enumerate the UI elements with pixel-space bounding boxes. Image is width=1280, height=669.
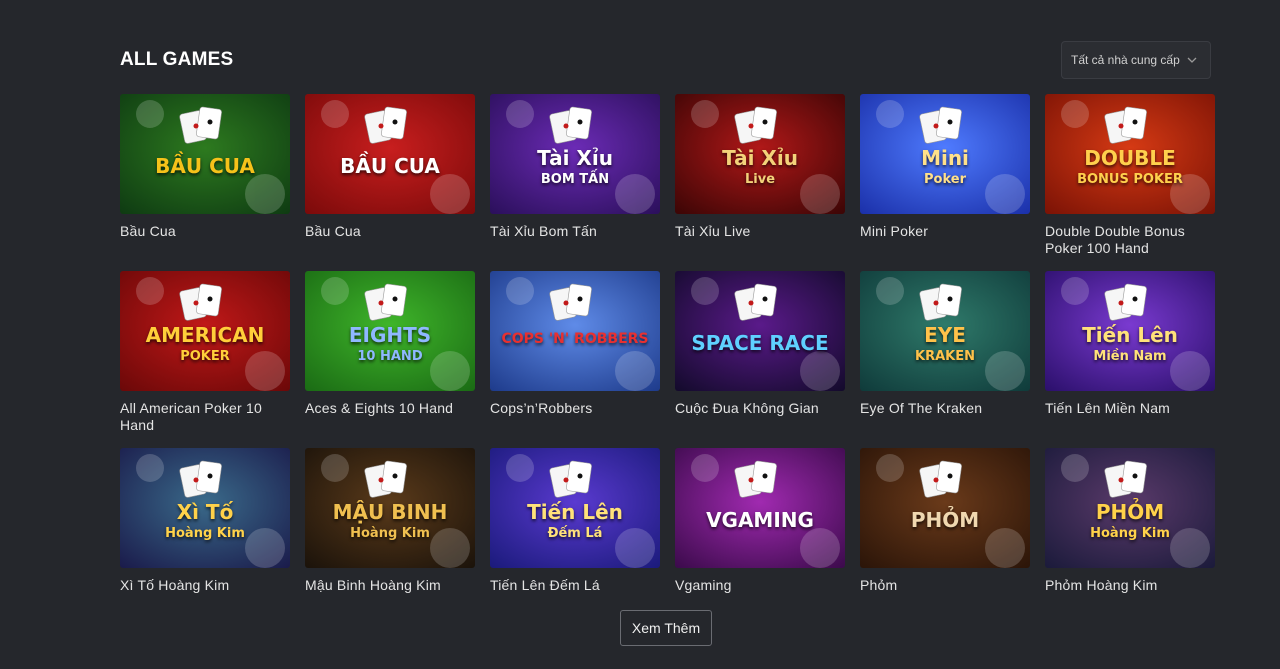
game-logo-text: PHỎM: [910, 508, 980, 532]
game-title[interactable]: Cuộc Đua Không Gian: [675, 400, 845, 417]
game-logo-text: SPACE RACE: [691, 331, 829, 355]
game-thumbnail[interactable]: COPS 'N' ROBBERS: [490, 271, 660, 391]
provider-select-value: Tất cả nhà cung cấp: [1071, 53, 1180, 67]
game-thumbnail[interactable]: BẦU CUA: [305, 94, 475, 214]
game-title[interactable]: Tiến Lên Đếm Lá: [490, 577, 660, 594]
game-card[interactable]: AMERICAN POKER All American Poker 10 Hand: [120, 271, 290, 448]
game-title[interactable]: Mini Poker: [860, 223, 1030, 240]
game-logo-text: MẬU BINH: [332, 500, 448, 524]
game-title[interactable]: Tài Xỉu Live: [675, 223, 845, 240]
game-title[interactable]: Mậu Binh Hoàng Kim: [305, 577, 475, 594]
load-more-button[interactable]: Xem Thêm: [620, 610, 712, 646]
game-card[interactable]: COPS 'N' ROBBERS Cops’n’Robbers: [490, 271, 660, 448]
game-logo-subtext: Hoàng Kim: [1090, 526, 1170, 541]
game-logo-text: EIGHTS: [348, 323, 432, 347]
game-title[interactable]: Cops’n’Robbers: [490, 400, 660, 417]
game-title[interactable]: Bầu Cua: [305, 223, 475, 240]
game-thumbnail[interactable]: MẬU BINH Hoàng Kim: [305, 448, 475, 568]
game-thumbnail[interactable]: Xì Tố Hoàng Kim: [120, 448, 290, 568]
game-logo-text: DOUBLE: [1084, 146, 1176, 170]
chevron-down-icon: [1187, 57, 1197, 63]
game-card[interactable]: PHỎM Phỏm: [860, 448, 1030, 625]
game-title[interactable]: Bầu Cua: [120, 223, 290, 240]
section-title: ALL GAMES: [120, 49, 234, 70]
game-logo-text: Tiến Lên: [527, 500, 623, 524]
game-logo-subtext: Hoàng Kim: [165, 526, 245, 541]
game-card[interactable]: DOUBLE BONUS POKER Double Double Bonus Pok…: [1045, 94, 1215, 271]
game-logo-text: EYE: [924, 323, 966, 347]
game-logo-text: Xì Tố: [176, 500, 234, 524]
game-card[interactable]: MẬU BINH Hoàng Kim Mậu Binh Hoàng Kim: [305, 448, 475, 625]
game-title[interactable]: Tài Xỉu Bom Tấn: [490, 223, 660, 240]
game-title[interactable]: Vgaming: [675, 577, 845, 594]
game-title[interactable]: Phỏm: [860, 577, 1030, 594]
game-logo-text: AMERICAN: [145, 323, 265, 347]
game-card[interactable]: Xì Tố Hoàng Kim Xì Tố Hoàng Kim: [120, 448, 290, 625]
game-card[interactable]: BẦU CUA Bầu Cua: [305, 94, 475, 271]
game-logo-subtext: Poker: [924, 172, 966, 187]
game-logo-subtext: Live: [744, 172, 776, 187]
game-thumbnail[interactable]: DOUBLE BONUS POKER: [1045, 94, 1215, 214]
games-page: ALL GAMES Tất cả nhà cung cấp BẦU CUA Bầu…: [0, 0, 1280, 669]
game-card[interactable]: Mini Poker Mini Poker: [860, 94, 1030, 271]
game-logo-subtext: 10 HAND: [357, 349, 423, 364]
game-logo-subtext: POKER: [180, 349, 230, 364]
game-thumbnail[interactable]: Tài Xỉu BOM TẤN: [490, 94, 660, 214]
game-card[interactable]: VGAMING Vgaming: [675, 448, 845, 625]
game-logo-subtext: KRAKEN: [915, 349, 975, 364]
game-logo-subtext: BOM TẤN: [540, 172, 610, 187]
game-logo-subtext: Đếm Lá: [547, 526, 603, 541]
game-title[interactable]: Tiến Lên Miền Nam: [1045, 400, 1215, 417]
games-grid: BẦU CUA Bầu Cua BẦU CUA Bầu Cua Tài Xỉu BOM T…: [120, 94, 1215, 625]
game-logo-subtext: Hoàng Kim: [350, 526, 430, 541]
game-card[interactable]: Tài Xỉu Live Tài Xỉu Live: [675, 94, 845, 271]
game-logo-text: BẦU CUA: [340, 154, 440, 178]
game-card[interactable]: BẦU CUA Bầu Cua: [120, 94, 290, 271]
game-thumbnail[interactable]: PHỎM: [860, 448, 1030, 568]
game-thumbnail[interactable]: SPACE RACE: [675, 271, 845, 391]
provider-select[interactable]: Tất cả nhà cung cấp: [1061, 41, 1211, 79]
game-logo-subtext: BONUS POKER: [1077, 172, 1183, 187]
game-title[interactable]: Double Double Bonus Poker 100 Hand: [1045, 223, 1215, 257]
game-logo-text: Mini: [921, 146, 969, 170]
game-thumbnail[interactable]: Tiến Lên Đếm Lá: [490, 448, 660, 568]
game-thumbnail[interactable]: VGAMING: [675, 448, 845, 568]
game-card[interactable]: PHỎM Hoàng Kim Phỏm Hoàng Kim: [1045, 448, 1215, 625]
game-title[interactable]: All American Poker 10 Hand: [120, 400, 290, 434]
game-thumbnail[interactable]: Tài Xỉu Live: [675, 94, 845, 214]
game-logo-text: Tài Xỉu: [537, 146, 613, 170]
game-logo-subtext: Miền Nam: [1093, 349, 1167, 364]
game-thumbnail[interactable]: EIGHTS 10 HAND: [305, 271, 475, 391]
game-thumbnail[interactable]: PHỎM Hoàng Kim: [1045, 448, 1215, 568]
game-logo-text: Tiến Lên: [1082, 323, 1178, 347]
game-thumbnail[interactable]: EYE KRAKEN: [860, 271, 1030, 391]
game-logo-text: PHỎM: [1095, 500, 1165, 524]
game-card[interactable]: SPACE RACE Cuộc Đua Không Gian: [675, 271, 845, 448]
game-thumbnail[interactable]: Tiến Lên Miền Nam: [1045, 271, 1215, 391]
game-logo-text: COPS 'N' ROBBERS: [501, 331, 649, 347]
game-title[interactable]: Eye Of The Kraken: [860, 400, 1030, 417]
game-thumbnail[interactable]: Mini Poker: [860, 94, 1030, 214]
game-title[interactable]: Xì Tố Hoàng Kim: [120, 577, 290, 594]
game-card[interactable]: Tiến Lên Đếm Lá Tiến Lên Đếm Lá: [490, 448, 660, 625]
game-card[interactable]: EYE KRAKEN Eye Of The Kraken: [860, 271, 1030, 448]
game-logo-text: Tài Xỉu: [722, 146, 798, 170]
game-title[interactable]: Aces & Eights 10 Hand: [305, 400, 475, 417]
game-card[interactable]: Tài Xỉu BOM TẤN Tài Xỉu Bom Tấn: [490, 94, 660, 271]
game-logo-text: BẦU CUA: [155, 154, 255, 178]
game-thumbnail[interactable]: BẦU CUA: [120, 94, 290, 214]
game-logo-text: VGAMING: [706, 508, 814, 532]
game-card[interactable]: Tiến Lên Miền Nam Tiến Lên Miền Nam: [1045, 271, 1215, 448]
game-card[interactable]: EIGHTS 10 HAND Aces & Eights 10 Hand: [305, 271, 475, 448]
game-thumbnail[interactable]: AMERICAN POKER: [120, 271, 290, 391]
game-title[interactable]: Phỏm Hoàng Kim: [1045, 577, 1215, 594]
